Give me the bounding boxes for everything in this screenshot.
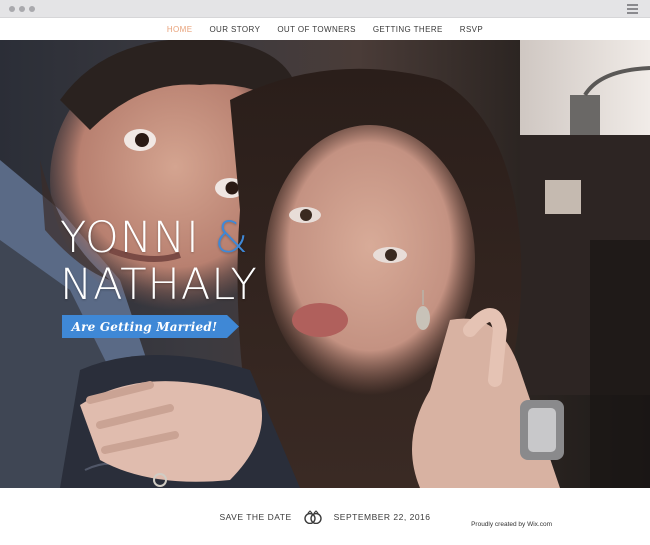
window-dot-close[interactable] [9,6,15,12]
window-dot-maximize[interactable] [29,6,35,12]
title-line-1: YONNI & [60,215,258,262]
couple-names-title: YONNI & NATHALY [60,215,258,309]
footer: SAVE THE DATE SEPTEMBER 22, 2016 Proudly… [0,488,650,545]
window-dot-minimize[interactable] [19,6,25,12]
browser-chrome [0,0,650,18]
wedding-rings-icon [303,510,322,524]
ribbon-text: Are Getting Married! [71,319,218,334]
getting-married-ribbon: Are Getting Married! [62,315,239,338]
hamburger-menu-icon[interactable] [627,4,638,14]
bride-name: NATHALY [60,260,258,310]
nav-item-home[interactable]: HOME [158,25,201,34]
hero-section: YONNI & NATHALY Are Getting Married! [0,40,650,488]
save-the-date-label: SAVE THE DATE [219,512,292,522]
save-the-date-row: SAVE THE DATE SEPTEMBER 22, 2016 [0,510,650,524]
wedding-date: SEPTEMBER 22, 2016 [333,512,431,522]
nav-item-our-story[interactable]: OUR STORY [201,25,269,34]
nav-item-rsvp[interactable]: RSVP [451,25,491,34]
groom-name: YONNI [60,213,200,263]
ampersand: & [214,213,249,263]
nav-item-out-of-towners[interactable]: OUT OF TOWNERS [269,25,365,34]
wix-credit-link[interactable]: Proudly created by Wix.com [471,521,552,528]
top-navigation: HOME OUR STORY OUT OF TOWNERS GETTING TH… [0,18,650,40]
nav-item-getting-there[interactable]: GETTING THERE [364,25,451,34]
